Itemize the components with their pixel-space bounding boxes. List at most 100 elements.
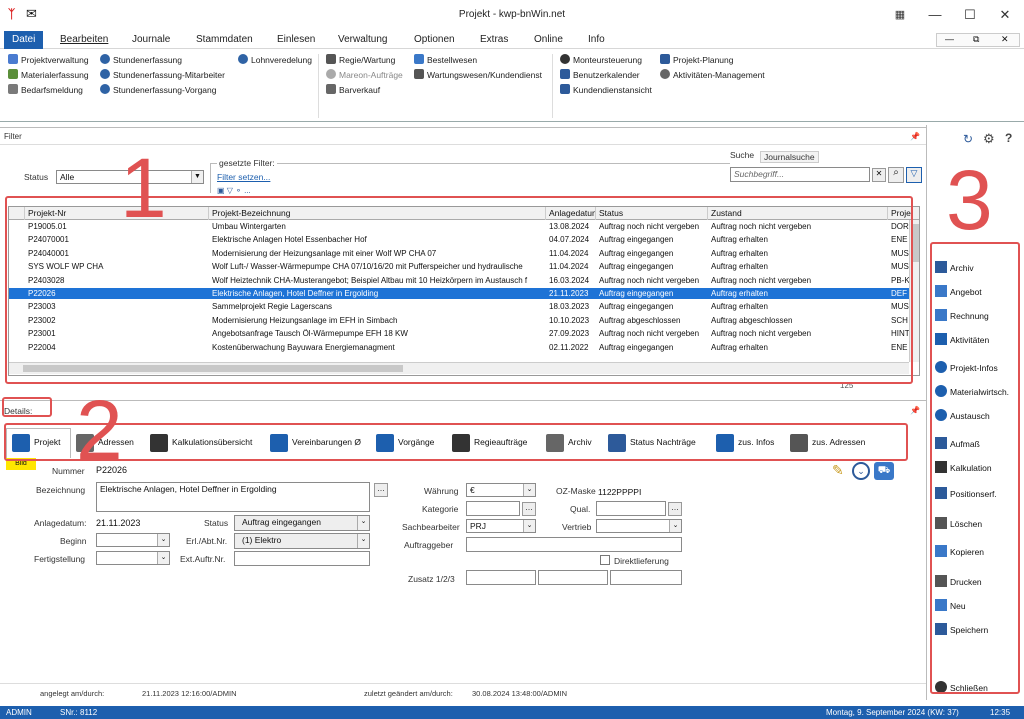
ribbon-mareon[interactable]: Mareon-Aufträge [326,68,403,83]
sachbearbeiter-select[interactable]: PRJ ⌄ [466,519,536,533]
waehrung-label: Währung [424,486,459,496]
ribbon-label: Projekt-Planung [673,55,734,65]
zusatz-2-field[interactable] [538,570,608,585]
ribbon-wartungswesen[interactable]: Wartungswesen/Kundendienst [414,68,542,83]
material-icon [8,69,18,79]
status-bar: ADMIN SNr.: 8112 Montag, 9. September 20… [0,706,1024,719]
tab-suche[interactable]: Suche [730,150,754,160]
chevron-down-icon[interactable]: ⌄ [357,534,369,548]
ribbon-label: Regie/Wartung [339,55,396,65]
wrench-icon [326,54,336,64]
status-date: Montag, 9. September 2024 (KW: 37) [826,708,959,717]
zusatz-1-field[interactable] [466,570,536,585]
menu-extras[interactable]: Extras [472,31,516,49]
fertigstellung-date[interactable]: ⌄ [96,551,170,565]
chevron-down-icon[interactable]: ⌄ [357,516,369,530]
menu-stammdaten[interactable]: Stammdaten [188,31,261,49]
mdi-restore-button[interactable]: ⧉ [973,34,979,45]
clock-icon [100,84,110,94]
help-icon[interactable]: ▦ [885,4,915,26]
search-input[interactable]: Suchbegriff... [730,167,870,182]
menu-bearbeiten[interactable]: Bearbeiten [52,31,116,49]
mdi-minimize-button[interactable]: — [945,34,954,44]
fertigstellung-label: Fertigstellung [34,554,86,564]
ribbon-bedarfsmeldung[interactable]: Bedarfsmeldung [8,83,89,98]
menu-online[interactable]: Online [526,31,571,49]
filter-dropdown-icon[interactable]: ▽ [906,167,922,183]
menu-optionen[interactable]: Optionen [406,31,463,49]
maximize-button[interactable]: ☐ [955,4,985,26]
filter-toolbar-icon[interactable]: ▣ ▽ ⚬ ... [217,186,251,195]
ribbon-aktivitaeten-management[interactable]: Aktivitäten-Management [660,68,765,83]
ribbon-lohnveredelung[interactable]: Lohnveredelung [238,53,312,68]
ribbon-label: Barverkauf [339,85,381,95]
direktlieferung-label: Direktlieferung [614,556,669,566]
menu-datei[interactable]: Datei [4,31,44,49]
filter-setzen-link[interactable]: Filter setzen... [217,172,270,182]
ext-auftr-field[interactable] [234,551,370,566]
ribbon-stundenerfassung[interactable]: Stundenerfassung [100,53,225,68]
window-title: Projekt - kwp-bnWin.net [458,9,566,20]
ribbon-stundenerfassung-mitarbeiter[interactable]: Stundenerfassung-Mitarbeiter [100,68,225,83]
kategorie-field[interactable] [466,501,520,516]
ribbon-stundenerfassung-vorgang[interactable]: Stundenerfassung-Vorgang [100,83,225,98]
chevron-down-icon[interactable]: ⌄ [669,520,681,532]
mdi-close-button[interactable]: ✕ [1001,34,1009,45]
status-select[interactable]: Auftrag eingegangen ⌄ [234,515,370,531]
chevron-down-icon[interactable]: ▼ [191,171,203,183]
menu-verwaltung[interactable]: Verwaltung [330,31,395,49]
chevron-down-icon[interactable]: ⌄ [523,484,535,496]
ribbon-bestellwesen[interactable]: Bestellwesen [414,53,542,68]
close-button[interactable]: ✕ [990,4,1020,26]
waehrung-select[interactable]: € ⌄ [466,483,536,497]
ribbon-projekt-planung[interactable]: Projekt-Planung [660,53,765,68]
search-icon[interactable]: ⌕ [888,167,904,183]
map-icon[interactable]: ⛟ [874,462,894,480]
scrollbar-thumb[interactable] [912,224,919,262]
beginn-date[interactable]: ⌄ [96,533,170,547]
ribbon-barverkauf[interactable]: Barverkauf [326,83,403,98]
menu-journale[interactable]: Journale [124,31,178,49]
menu-einlesen[interactable]: Einlesen [269,31,323,49]
bezeichnung-field[interactable]: Elektrische Anlagen, Hotel Deffner in Er… [96,482,370,512]
cash-register-icon [326,84,336,94]
vertrieb-select[interactable]: ⌄ [596,519,682,533]
auftraggeber-field[interactable] [466,537,682,552]
pin-icon[interactable]: 📌 [910,406,920,415]
edit-pencil-icon[interactable]: ✎ [832,462,844,479]
ribbon-regie-wartung[interactable]: Regie/Wartung [326,53,403,68]
ribbon-monteursteuerung[interactable]: Monteursteuerung [560,53,652,68]
tab-journalsuche[interactable]: Journalsuche [760,151,819,163]
divider [0,683,926,684]
pin-icon[interactable]: 📌 [910,132,920,141]
ribbon-label: Projektverwaltung [21,55,89,65]
zusatz-3-field[interactable] [610,570,682,585]
ribbon-kundendienstansicht[interactable]: Kundendienstansicht [560,83,652,98]
annotation-box-2 [4,423,908,461]
chevron-down-icon[interactable]: ⌄ [157,552,169,564]
help-icon[interactable]: ? [1005,131,1012,145]
ozmaske-value: 1122PPPPI [598,487,642,497]
erl-select[interactable]: (1) Elektro ⌄ [234,533,370,549]
qual-more-button[interactable]: … [668,502,682,516]
bezeichnung-more-button[interactable]: … [374,483,388,497]
kategorie-more-button[interactable]: … [522,502,536,516]
ribbon-benutzerkalender[interactable]: Benutzerkalender [560,68,652,83]
refresh-icon[interactable]: ↻ [963,132,973,146]
gear-icon[interactable]: ⚙ [983,131,995,147]
clock-icon[interactable]: ⌄ [852,462,870,480]
ribbon-label: Monteursteuerung [573,55,642,65]
direktlieferung-checkbox[interactable] [600,555,610,565]
chevron-down-icon[interactable]: ⌄ [157,534,169,546]
menu-info[interactable]: Info [580,31,613,49]
kategorie-label: Kategorie [422,504,459,514]
qual-field[interactable] [596,501,666,516]
clear-search-icon[interactable]: ✕ [872,168,886,182]
minimize-button[interactable]: — [920,4,950,26]
ribbon-materialerfassung[interactable]: Materialerfassung [8,68,89,83]
sachbearbeiter-label: Sachbearbeiter [402,522,460,532]
ribbon-label: Bedarfsmeldung [21,85,83,95]
chevron-down-icon[interactable]: ⌄ [523,520,535,532]
status-snr: SNr.: 8112 [60,708,98,717]
ribbon-projektverwaltung[interactable]: Projektverwaltung [8,53,89,68]
